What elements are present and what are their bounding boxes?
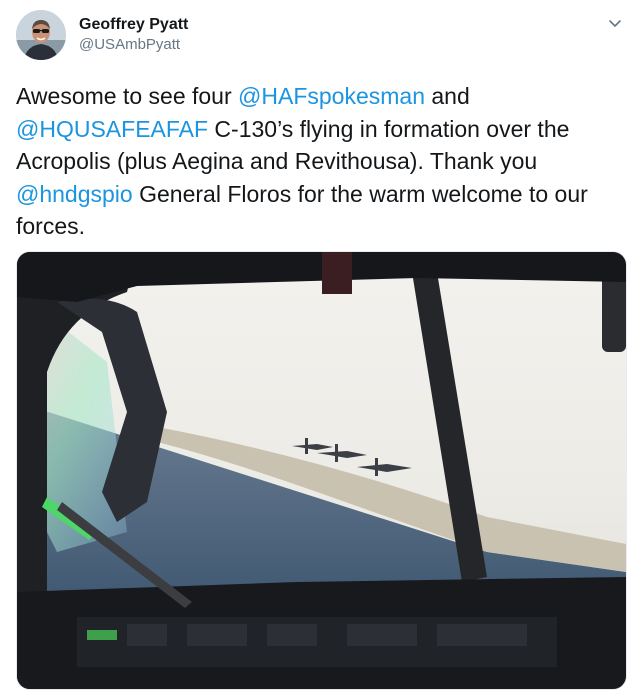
author-names: Geoffrey Pyatt @USAmbPyatt — [79, 15, 188, 55]
cockpit-photo-image — [17, 252, 626, 689]
mention-link-hafspokesman[interactable]: @HAFspokesman — [238, 83, 425, 109]
tweet-text-part: Awesome to see four — [16, 83, 239, 109]
chevron-down-icon[interactable] — [606, 14, 624, 32]
tweet-header: Geoffrey Pyatt @USAmbPyatt — [16, 10, 624, 64]
tweet-card: Geoffrey Pyatt @USAmbPyatt Awesome to se… — [0, 0, 640, 692]
author-handle[interactable]: @USAmbPyatt — [79, 35, 188, 55]
tweet-text: Awesome to see four @HAFspokesman and @H… — [16, 80, 616, 243]
author-display-name[interactable]: Geoffrey Pyatt — [79, 15, 188, 35]
mention-link-hqusafeafaf[interactable]: @HQUSAFEAFAF — [16, 116, 208, 142]
tweet-photo[interactable] — [16, 251, 627, 690]
avatar[interactable] — [16, 10, 66, 60]
mention-link-hndgspio[interactable]: @hndgspio — [16, 181, 133, 207]
tweet-text-part: and — [425, 83, 470, 109]
